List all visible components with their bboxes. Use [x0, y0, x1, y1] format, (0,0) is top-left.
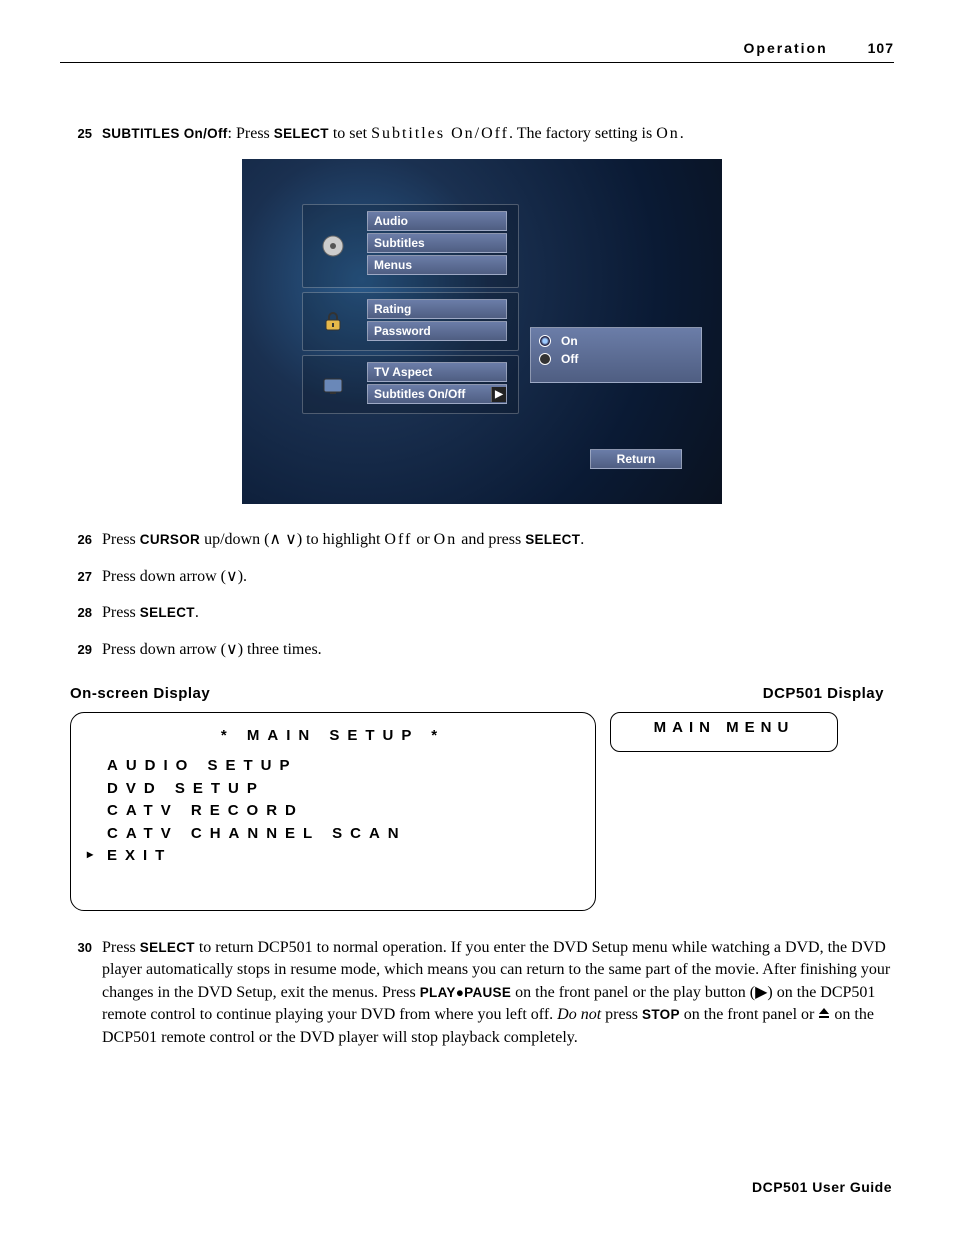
step-25: 25 SUBTITLES On/Off: Press SELECT to set… [70, 123, 894, 145]
manual-page: Operation 107 25 SUBTITLES On/Off: Press… [0, 0, 954, 1255]
label-stop: STOP [642, 1007, 680, 1022]
page-footer: DCP501 User Guide [60, 1179, 894, 1195]
radio-off-icon [539, 353, 551, 365]
step-30: 30 Press SELECT to return DCP501 to norm… [70, 937, 894, 1049]
down-arrow-icon: ∨ [226, 568, 238, 585]
step-text: Press SELECT to return DCP501 to normal … [102, 937, 894, 1049]
step-number: 25 [70, 123, 92, 145]
menu-group-tv: TV Aspect Subtitles On/Off ▶ [302, 355, 519, 414]
label-subtitles-onoff: SUBTITLES On/Off [102, 126, 228, 141]
radio-on-icon [539, 335, 551, 347]
step-28: 28 Press SELECT. [70, 602, 894, 624]
disc-icon [321, 234, 345, 258]
menu-item-menus[interactable]: Menus [367, 255, 507, 275]
menu-item-subtitles-onoff[interactable]: Subtitles On/Off ▶ [367, 384, 507, 404]
step-text: Press CURSOR up/down (∧ ∨) to highlight … [102, 529, 894, 551]
step-text: Press SELECT. [102, 602, 894, 624]
lock-icon [321, 310, 345, 334]
step-number: 29 [70, 639, 92, 661]
label-select: SELECT [140, 605, 195, 620]
label-select: SELECT [140, 940, 195, 955]
label-select: SELECT [525, 532, 580, 547]
dcp501-display-box: MAIN MENU [610, 712, 838, 752]
page-number: 107 [868, 40, 894, 56]
step-26: 26 Press CURSOR up/down (∧ ∨) to highlig… [70, 529, 894, 551]
step-text: Press down arrow (∨). [102, 566, 894, 588]
eject-icon [818, 1004, 830, 1026]
onscreen-display-header: On-screen Display [70, 685, 210, 702]
option-off[interactable]: Off [539, 352, 693, 366]
step-number: 28 [70, 602, 92, 624]
section-title: Operation [744, 40, 828, 56]
menu-group-disc: Audio Subtitles Menus [302, 204, 519, 288]
label-playpause: PLAY●PAUSE [420, 985, 511, 1000]
submenu-arrow-icon: ▶ [491, 387, 506, 402]
step-27: 27 Press down arrow (∨). [70, 566, 894, 588]
return-button[interactable]: Return [590, 449, 682, 469]
onscreen-display-box: * MAIN SETUP * AUDIO SETUP DVD SETUP CAT… [70, 712, 596, 911]
menu-item-audio[interactable]: Audio [367, 211, 507, 231]
step-number: 26 [70, 529, 92, 551]
up-down-icon: ∧ ∨ [269, 531, 296, 548]
page-header: Operation 107 [60, 40, 894, 63]
menu-item-subtitles[interactable]: Subtitles [367, 233, 507, 253]
lcd-line-catv-scan: CATV CHANNEL SCAN [83, 823, 583, 846]
menu-item-tvaspect[interactable]: TV Aspect [367, 362, 507, 382]
menu-item-rating[interactable]: Rating [367, 299, 507, 319]
spaced-text: Subtitles On/Off [371, 125, 509, 142]
down-arrow-icon: ∨ [226, 641, 238, 658]
lcd-line-audio: AUDIO SETUP [83, 755, 583, 778]
lcd-line-exit: EXIT [83, 845, 583, 868]
label-select: SELECT [274, 126, 329, 141]
spaced-on: On [656, 125, 680, 142]
step-text: Press down arrow (∨) three times. [102, 639, 894, 661]
step-number: 30 [70, 937, 92, 1049]
dcp501-display-header: DCP501 Display [763, 685, 884, 702]
menu-item-password[interactable]: Password [367, 321, 507, 341]
submenu-onoff: On Off [530, 327, 702, 383]
step-29: 29 Press down arrow (∨) three times. [70, 639, 894, 661]
lcd-title: * MAIN SETUP * [83, 725, 583, 748]
lcd-line-catv-record: CATV RECORD [83, 800, 583, 823]
label-cursor: CURSOR [140, 532, 200, 547]
display-headers: On-screen Display DCP501 Display [70, 685, 894, 702]
tv-icon [321, 373, 345, 397]
display-row: * MAIN SETUP * AUDIO SETUP DVD SETUP CAT… [70, 712, 894, 911]
dvd-setup-screenshot: Audio Subtitles Menus Rating Password [242, 159, 722, 504]
lcd-line-dvd: DVD SETUP [83, 778, 583, 801]
option-on[interactable]: On [539, 334, 693, 348]
step-text: SUBTITLES On/Off: Press SELECT to set Su… [102, 123, 894, 145]
step-number: 27 [70, 566, 92, 588]
menu-group-lock: Rating Password [302, 292, 519, 351]
emphasis-donot: Do not [557, 1006, 601, 1023]
